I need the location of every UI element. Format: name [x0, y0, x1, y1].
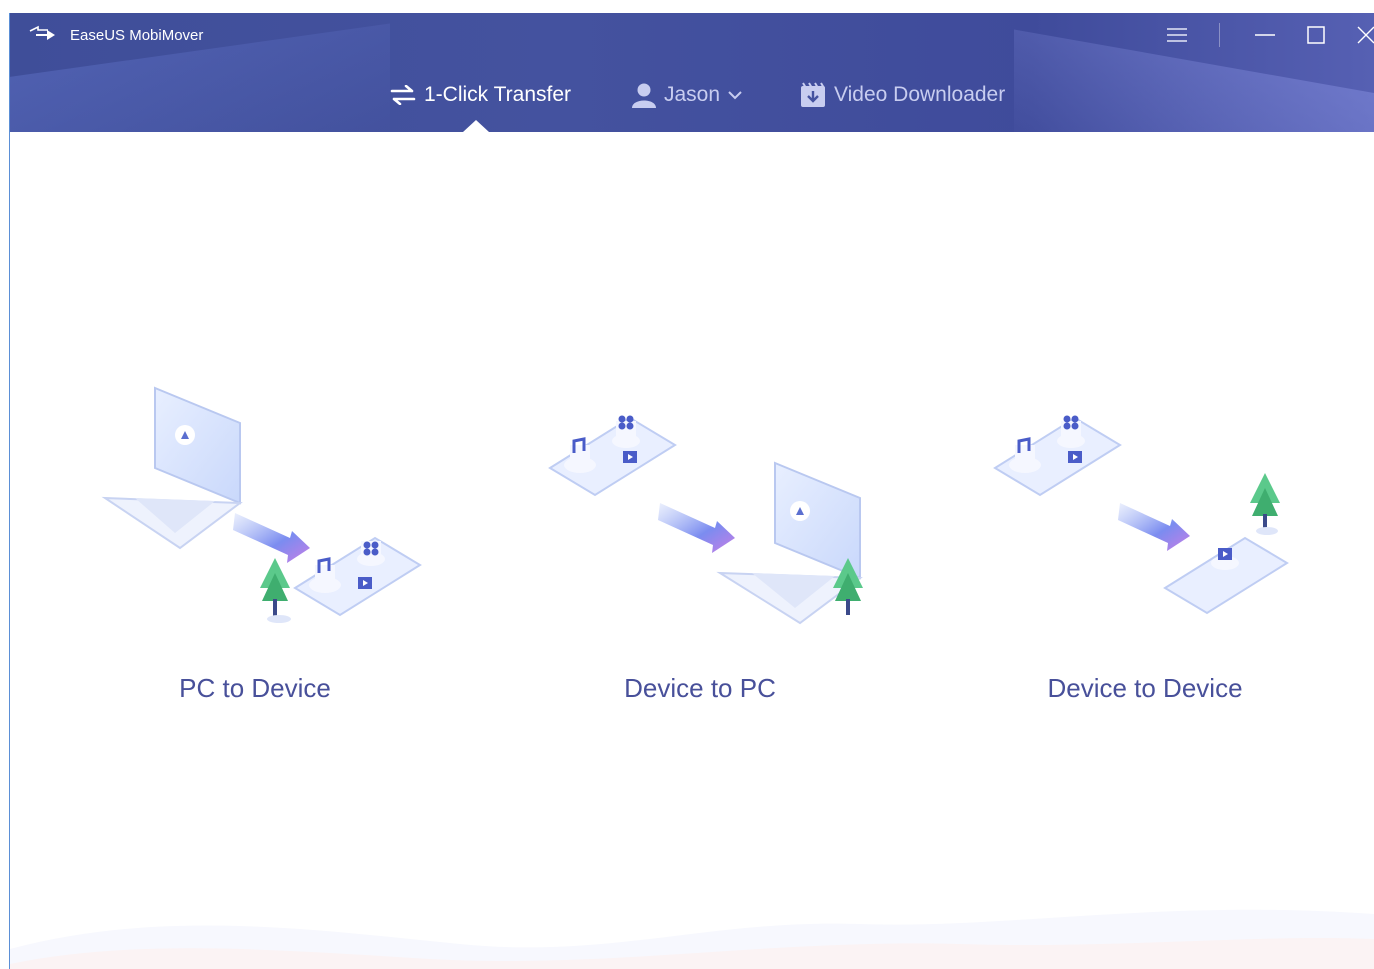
- transfer-icon: [390, 85, 416, 105]
- option-label: Device to PC: [624, 673, 776, 703]
- pc-to-device-option[interactable]: PC to Device: [75, 373, 435, 703]
- option-label: Device to Device: [1047, 673, 1243, 703]
- minimize-icon[interactable]: [1249, 21, 1281, 49]
- tab-label: 1-Click Transfer: [424, 83, 572, 106]
- title-bar-divider: [1219, 23, 1220, 47]
- decorative-waves: [10, 909, 1374, 969]
- option-label: PC to Device: [179, 673, 331, 703]
- device-to-device-option[interactable]: Device to Device: [965, 373, 1325, 703]
- close-icon[interactable]: [1350, 21, 1374, 49]
- maximize-icon[interactable]: [1300, 21, 1332, 49]
- app-window: EaseUS MobiMover 1-Click Transfer Jason …: [9, 13, 1374, 969]
- hamburger-icon[interactable]: [1161, 21, 1193, 49]
- active-tab-indicator: [463, 120, 489, 132]
- laptop-to-phone-illustration: [101, 386, 422, 623]
- video-download-icon: [800, 82, 826, 108]
- title-bar: EaseUS MobiMover: [10, 13, 1374, 57]
- tab-label: Video Downloader: [834, 83, 1006, 106]
- tab-label: Jason: [664, 83, 721, 106]
- phone-to-phone-illustration: [993, 415, 1289, 615]
- app-title: EaseUS MobiMover: [70, 27, 204, 44]
- device-to-pc-option[interactable]: Device to PC: [520, 373, 880, 703]
- user-icon: [632, 82, 656, 108]
- chevron-down-icon: [728, 90, 742, 100]
- header: EaseUS MobiMover 1-Click Transfer Jason …: [10, 13, 1374, 132]
- transfer-arrows-logo: [29, 25, 55, 40]
- tab-user-jason[interactable]: Jason: [632, 75, 742, 115]
- tab-1-click-transfer[interactable]: 1-Click Transfer: [390, 75, 571, 115]
- phone-to-laptop-illustration: [548, 415, 863, 625]
- tab-video-downloader[interactable]: Video Downloader: [800, 75, 1005, 115]
